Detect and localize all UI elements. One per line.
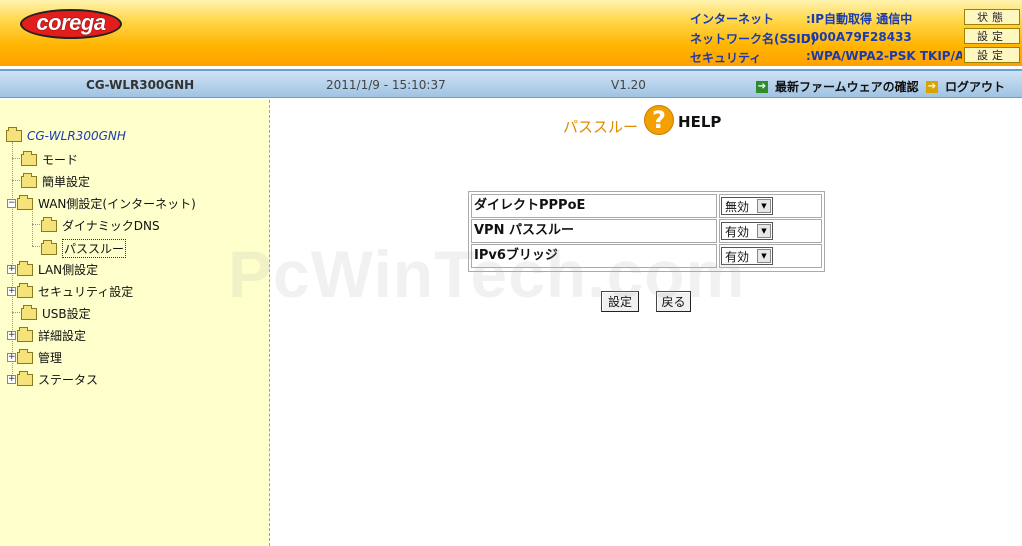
- folder-open-icon: [17, 194, 33, 210]
- page-title: パススルー: [563, 118, 639, 136]
- logout-arrow-icon: ➔: [926, 80, 938, 93]
- status-label-ssid: ネットワーク名(SSID): [690, 32, 817, 46]
- collapse-icon[interactable]: −: [7, 199, 16, 208]
- folder-icon: [21, 150, 37, 166]
- row-label: ダイレクトPPPoE: [471, 194, 717, 218]
- model-name: CG-WLR300GNH: [86, 78, 195, 92]
- folder-icon: [17, 326, 33, 342]
- folder-icon: [21, 304, 37, 320]
- logout-link[interactable]: ➔ ログアウト: [926, 78, 1005, 95]
- expand-icon[interactable]: +: [7, 375, 16, 384]
- row-cell: 無効 ▼: [719, 194, 822, 218]
- chevron-down-icon: ▼: [757, 224, 771, 238]
- sidebar-root[interactable]: CG-WLR300GNH: [6, 127, 126, 143]
- watermark: PcWinTech.com: [228, 237, 746, 311]
- ssid-settings-button[interactable]: 設定: [964, 28, 1020, 44]
- tree-line: [32, 246, 40, 247]
- chevron-down-icon: ▼: [757, 199, 771, 213]
- folder-icon: [21, 172, 37, 188]
- sidebar-item-management[interactable]: + 管理: [7, 348, 62, 366]
- sidebar-item-lan[interactable]: + LAN側設定: [7, 260, 98, 278]
- main-content: パススルー ? HELP ダイレクトPPPoE 無効 ▼ VPN パススルー 有…: [271, 100, 1022, 546]
- tree-line: [12, 312, 20, 313]
- expand-icon[interactable]: +: [7, 287, 16, 296]
- tree-line: [32, 208, 33, 246]
- arrow-right-icon: ➔: [756, 80, 768, 93]
- firmware-check-link[interactable]: ➔ 最新ファームウェアの確認: [756, 78, 919, 95]
- direct-pppoe-select[interactable]: 無効 ▼: [721, 197, 773, 215]
- security-settings-button[interactable]: 設定: [964, 47, 1020, 63]
- sidebar-item-wan[interactable]: − WAN側設定(インターネット): [7, 194, 196, 212]
- status-value-internet: :IP自動取得 通信中: [806, 12, 913, 26]
- status-value-ssid: :000A79F28433: [806, 30, 912, 44]
- expand-icon[interactable]: +: [7, 265, 16, 274]
- status-label-internet: インターネット: [690, 12, 775, 26]
- folder-icon: [17, 282, 33, 298]
- status-label-security: セキュリティ: [690, 51, 762, 65]
- sidebar-item-usb[interactable]: USB設定: [21, 304, 91, 322]
- help-link[interactable]: HELP: [678, 113, 721, 131]
- folder-icon: [17, 348, 33, 364]
- sidebar-item-easy-setup[interactable]: 簡単設定: [21, 172, 90, 190]
- expand-icon[interactable]: +: [7, 353, 16, 362]
- folder-icon: [41, 216, 57, 232]
- sidebar-item-ddns[interactable]: ダイナミックDNS: [41, 216, 160, 234]
- header: corega インターネット :IP自動取得 通信中 状態 ネットワーク名(SS…: [0, 0, 1022, 66]
- tree-line: [32, 224, 40, 225]
- tree-line: [12, 180, 20, 181]
- sidebar-item-advanced[interactable]: + 詳細設定: [7, 326, 86, 344]
- sidebar: CG-WLR300GNH モード 簡単設定 − WAN側設定(インターネット) …: [0, 100, 270, 546]
- help-question-icon[interactable]: ?: [644, 104, 675, 135]
- folder-open-icon: [41, 239, 57, 255]
- page-header: パススルー ? HELP: [563, 102, 721, 137]
- sidebar-item-passthrough[interactable]: パススルー: [41, 239, 127, 258]
- firmware-version: V1.20: [611, 78, 646, 92]
- tree-line: [12, 158, 20, 159]
- corega-logo[interactable]: corega: [20, 9, 122, 39]
- folder-open-icon: [6, 127, 22, 142]
- status-value-security: :WPA/WPA2-PSK TKIP/AES: [806, 49, 962, 63]
- expand-icon[interactable]: +: [7, 331, 16, 340]
- sidebar-item-mode[interactable]: モード: [21, 150, 78, 168]
- status-button[interactable]: 状態: [964, 9, 1020, 25]
- chevron-down-icon: ▼: [757, 249, 771, 263]
- sidebar-item-status[interactable]: + ステータス: [7, 370, 98, 388]
- info-bar: CG-WLR300GNH 2011/1/9 - 15:10:37 V1.20 ➔…: [0, 69, 1022, 98]
- table-row: ダイレクトPPPoE 無効 ▼: [471, 194, 822, 218]
- folder-icon: [17, 370, 33, 386]
- datetime: 2011/1/9 - 15:10:37: [326, 78, 446, 92]
- sidebar-item-security[interactable]: + セキュリティ設定: [7, 282, 133, 300]
- folder-icon: [17, 260, 33, 276]
